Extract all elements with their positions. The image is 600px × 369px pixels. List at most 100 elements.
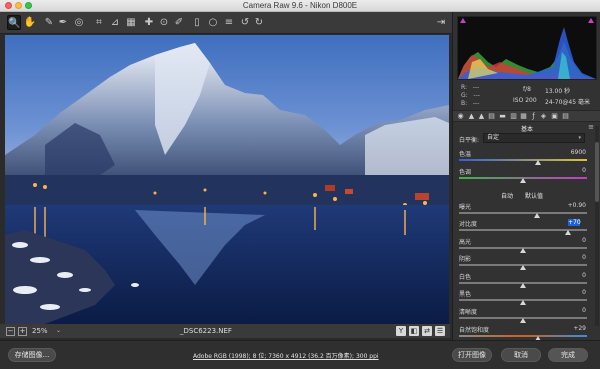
white-balance-tool-icon[interactable]: ✎ [42,15,56,30]
adjustment-brush-icon[interactable]: ✐ [172,15,186,30]
spot-removal-tool-icon[interactable]: ✚ [142,15,156,30]
done-button[interactable]: 完成 [548,348,588,362]
slider-label: 色调 [459,169,472,176]
slider-value[interactable]: +0.90 [556,202,586,209]
iso: ISO 200 [513,97,537,104]
slider-thumb[interactable] [520,248,526,253]
slider-thumb[interactable] [520,283,526,288]
zoom-in-button[interactable]: + [18,327,27,336]
adjustment-panel: R: --- G: --- B: --- f/8 13.00 秒 ISO 200… [452,12,600,341]
panel-tabs: ◉ ▲ ▲ ▤ ▬ ▥ ▦ ƒ ◈ ▣ ▤ [453,110,600,122]
open-image-button[interactable]: 打开图像 [452,348,492,362]
histogram [457,16,597,80]
default-button[interactable]: 默认值 [525,191,543,200]
save-image-button[interactable]: 存储图像... [8,348,56,362]
slider-thumb[interactable] [564,230,571,235]
cancel-button[interactable]: 取消 [501,348,541,362]
zoom-tool-icon[interactable]: 🔍 [7,15,21,30]
b-value: --- [472,100,480,107]
slider-label: 白色 [459,274,472,281]
slider-track[interactable] [459,335,587,337]
file-name: _DSC6223.NEF [180,327,232,335]
radial-filter-icon[interactable]: ○ [206,15,220,30]
slider-label: 清晰度 [459,309,478,316]
slider-label: 自然饱和度 [459,327,490,334]
tab-tone-curve-icon[interactable]: ▲ [467,112,476,121]
white-balance-select[interactable]: 自定 ▾ [483,133,585,143]
tab-detail-icon[interactable]: ▲ [477,112,486,121]
slider-track[interactable] [459,212,587,214]
straighten-tool-icon[interactable]: ⊿ [108,15,122,30]
preferences-icon[interactable]: ≡ [222,15,236,30]
slider-thumb[interactable] [520,300,526,305]
slider-thumb[interactable] [535,160,542,165]
slider-value[interactable]: +29 [556,325,586,332]
panel-scrollbar-thumb[interactable] [595,142,599,202]
slider-value[interactable]: 0 [556,272,586,279]
targeted-adjustment-tool-icon[interactable]: ◎ [72,15,86,30]
zoom-level[interactable]: 25% [32,327,48,335]
status-bar: − + 25% ⌄ _DSC6223.NEF Y ◧ ⇄ ☰ [0,324,450,338]
slider-thumb[interactable] [520,265,526,270]
rotate-right-icon[interactable]: ↻ [252,15,266,30]
rotate-left-icon[interactable]: ↺ [238,15,252,30]
slider-value[interactable]: 0 [556,307,586,314]
panel-menu-icon[interactable]: ≡ [588,123,594,131]
slider-thumb[interactable] [520,318,526,323]
slider-thumb[interactable] [534,213,541,218]
tab-fx-icon[interactable]: ƒ [529,112,538,121]
slider-value[interactable]: 0 [556,254,586,261]
slider-label: 阴影 [459,256,472,263]
tab-snapshots-icon[interactable]: ▤ [561,112,570,121]
red-eye-tool-icon[interactable]: ⊙ [157,15,171,30]
window-titlebar: Camera Raw 9.6 - Nikon D800E [0,0,600,12]
slider-value[interactable]: 0 [556,167,586,174]
landscape-photo [5,35,449,324]
chevron-down-icon: ▾ [578,135,581,141]
auto-button[interactable]: 自动 [501,191,513,200]
slider-value[interactable]: 0 [556,237,586,244]
g-label: G: [461,92,468,99]
chevron-down-icon[interactable]: ⌄ [56,327,61,334]
tab-lens-icon[interactable]: ▥ [509,112,518,121]
lens-focal: 24-70@45 毫米 [545,99,590,106]
transform-tool-icon[interactable]: ▦ [124,15,138,30]
copy-settings-button[interactable]: ⇄ [422,326,432,336]
export-icon[interactable]: ⇥ [434,16,448,29]
bottom-bar: 存储图像... Adobe RGB (1998); 8 位; 7360 x 49… [0,340,600,369]
shutter-speed: 13.00 秒 [545,88,571,95]
highlight-clipping-warning-icon[interactable] [588,18,594,23]
hand-tool-icon[interactable]: ✋ [23,15,37,30]
white-balance-label: 白平衡: [459,137,480,144]
window-title: Camera Raw 9.6 - Nikon D800E [242,1,358,10]
slider-label: 色温 [459,151,472,158]
b-label: B: [461,100,468,107]
white-balance-value: 自定 [487,134,500,141]
workflow-options-link[interactable]: Adobe RGB (1998); 8 位; 7360 x 4912 (36.2… [193,351,379,360]
graduated-filter-icon[interactable]: ▯ [190,15,204,30]
slider-thumb[interactable] [520,178,526,183]
crop-tool-icon[interactable]: ⌗ [92,15,106,30]
shadow-clipping-warning-icon[interactable] [460,18,466,23]
swap-view-button[interactable]: ◧ [409,326,419,336]
slider-label: 曝光 [459,204,472,211]
tab-presets-icon[interactable]: ▣ [550,112,559,121]
view-settings-button[interactable]: ☰ [435,326,445,336]
before-after-toggle[interactable]: Y [396,326,406,336]
tab-camera-calibration-icon[interactable]: ◈ [539,112,548,121]
color-sampler-tool-icon[interactable]: ✒ [56,15,70,30]
tab-split-toning-icon[interactable]: ▬ [498,112,507,121]
tab-hsl-icon[interactable]: ▤ [487,112,496,121]
slider-value[interactable]: 0 [556,289,586,296]
slider-track[interactable] [459,159,587,161]
image-preview[interactable] [5,35,449,324]
r-value: --- [472,84,480,91]
tab-effects-icon[interactable]: ▦ [519,112,528,121]
tab-basic-icon[interactable]: ◉ [456,112,465,121]
slider-value[interactable]: +70 [568,219,581,226]
slider-label: 高光 [459,239,472,246]
g-value: --- [473,92,480,99]
slider-value[interactable]: 6900 [556,149,586,156]
zoom-out-button[interactable]: − [6,327,15,336]
section-title: 基本 [520,126,533,133]
